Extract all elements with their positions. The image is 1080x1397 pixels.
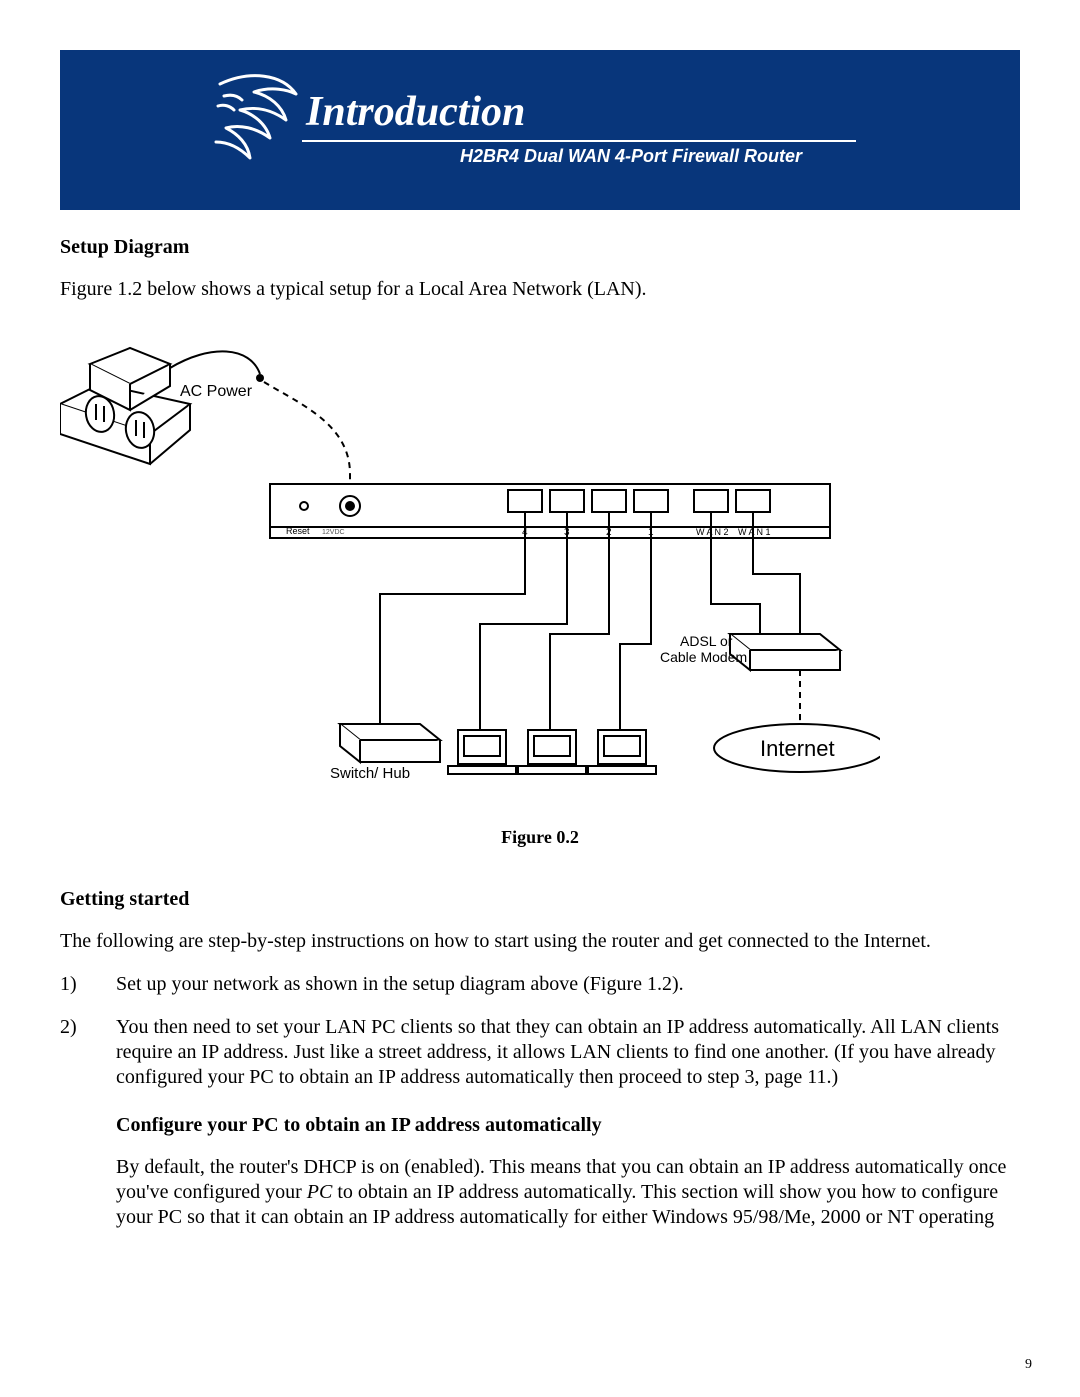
cable-port1-icon bbox=[620, 512, 651, 734]
pc-icon bbox=[448, 730, 516, 774]
step-item: 2) You then need to set your LAN PC clie… bbox=[60, 1015, 1020, 1090]
modem-label-1: ADSL or bbox=[680, 633, 733, 649]
switch-hub-icon bbox=[340, 724, 440, 762]
cable-port3-icon bbox=[480, 512, 567, 734]
step-text: Set up your network as shown in the setu… bbox=[116, 972, 1020, 997]
ac-cable-dashed-icon bbox=[264, 382, 350, 494]
switch-hub-label: Switch/ Hub bbox=[330, 765, 410, 782]
modem-label-2: Cable Modem bbox=[660, 649, 747, 665]
getting-started-intro: The following are step-by-step instructi… bbox=[60, 929, 1020, 954]
internet-label: Internet bbox=[760, 736, 835, 761]
pc-icon bbox=[518, 730, 586, 774]
step-number: 1) bbox=[60, 972, 116, 997]
reset-label: Reset bbox=[286, 526, 310, 536]
configure-pc-heading: Configure your PC to obtain an IP addres… bbox=[116, 1114, 1020, 1137]
cable-port4-icon bbox=[380, 512, 525, 724]
step-item: 1) Set up your network as shown in the s… bbox=[60, 972, 1020, 997]
banner-rule bbox=[302, 140, 856, 142]
configure-pc-text: By default, the router's DHCP is on (ena… bbox=[116, 1155, 1020, 1230]
banner-subtitle: H2BR4 Dual WAN 4-Port Firewall Router bbox=[460, 146, 802, 167]
ac-power-label: AC Power bbox=[180, 383, 253, 400]
step-number: 2) bbox=[60, 1015, 116, 1090]
hawk-logo-icon bbox=[210, 66, 306, 196]
ac-cable-icon bbox=[170, 351, 260, 374]
step-text: You then need to set your LAN PC clients… bbox=[116, 1015, 1020, 1090]
steps-list: 1) Set up your network as shown in the s… bbox=[60, 972, 1020, 1090]
getting-started-heading: Getting started bbox=[60, 888, 1020, 911]
banner-title: Introduction bbox=[306, 88, 525, 136]
setup-diagram-heading: Setup Diagram bbox=[60, 236, 1020, 259]
setup-diagram-text: Figure 1.2 below shows a typical setup f… bbox=[60, 277, 1020, 302]
header-banner: Introduction H2BR4 Dual WAN 4-Port Firew… bbox=[60, 50, 1020, 210]
configure-pc-text-em: PC bbox=[307, 1181, 333, 1203]
page: Introduction H2BR4 Dual WAN 4-Port Firew… bbox=[0, 0, 1080, 1397]
figure-caption: Figure 0.2 bbox=[60, 827, 1020, 848]
setup-diagram: AC Power Reset 12VDC 4 3 bbox=[60, 334, 1020, 809]
page-number: 9 bbox=[1025, 1357, 1032, 1373]
wan2-label: W A N 2 bbox=[696, 527, 729, 537]
wan1-label: W A N 1 bbox=[738, 527, 771, 537]
pc-icon bbox=[588, 730, 656, 774]
volts-label: 12VDC bbox=[322, 529, 345, 536]
